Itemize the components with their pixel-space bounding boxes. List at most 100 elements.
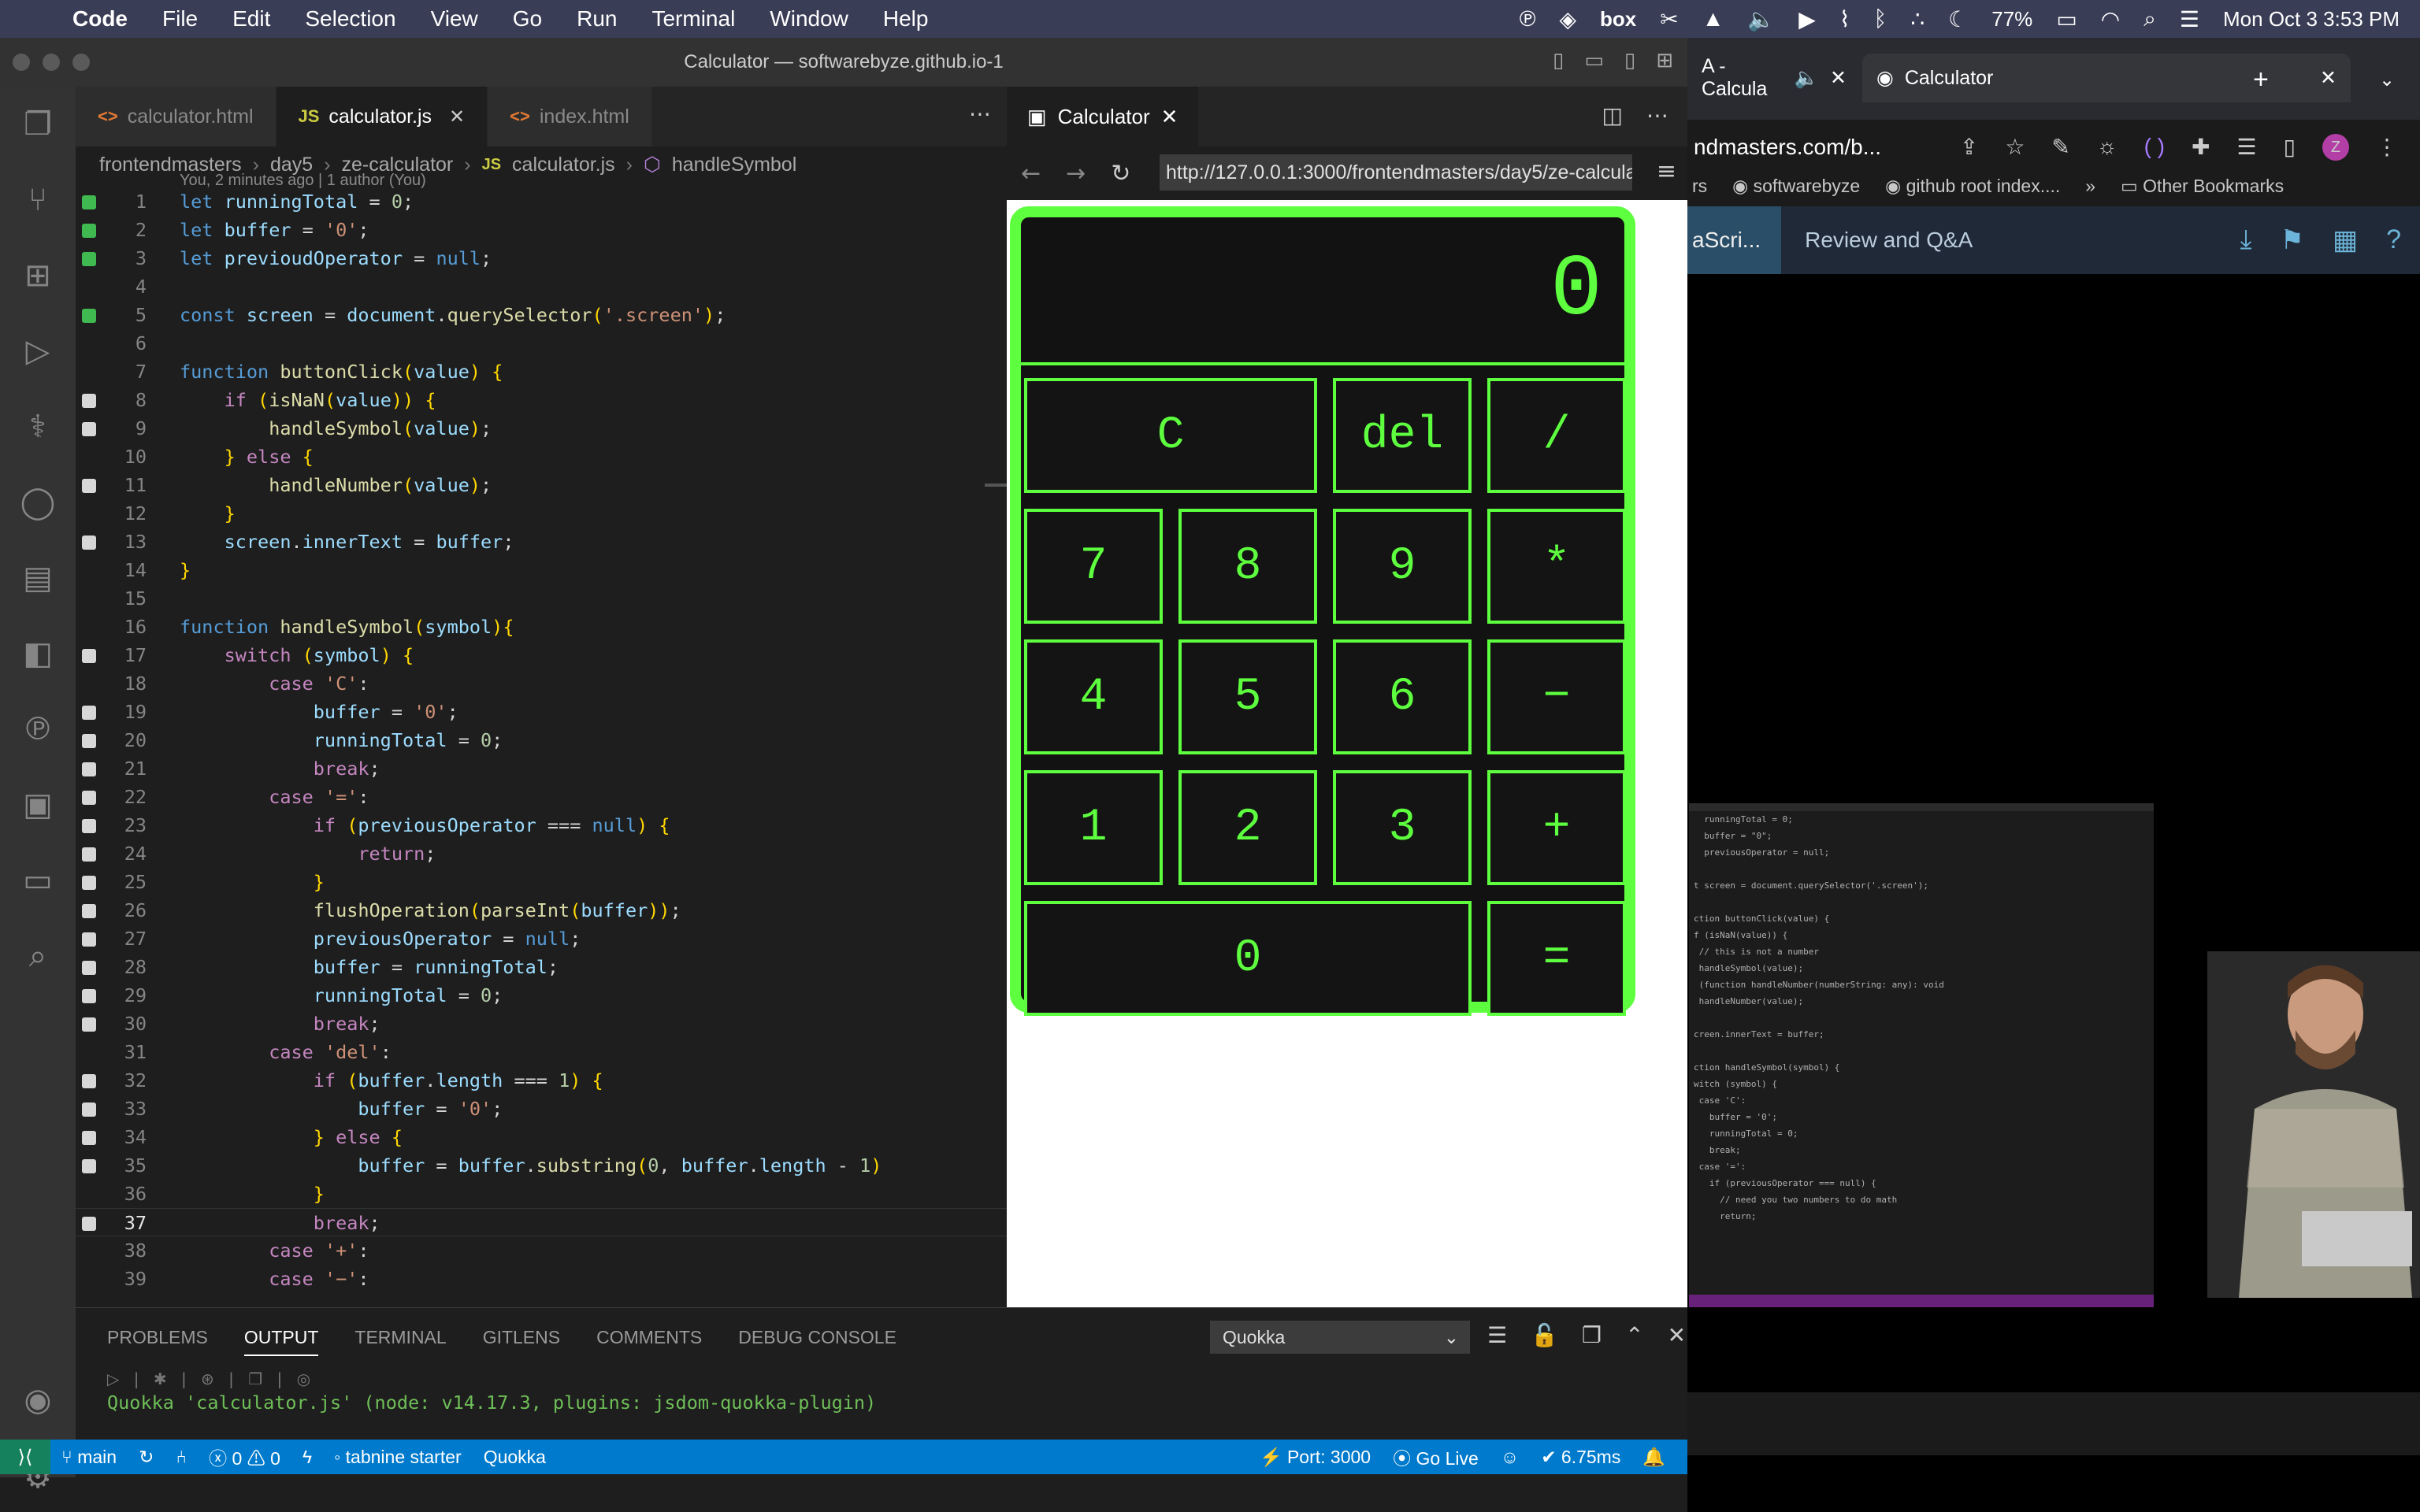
github-icon[interactable]: ◯ [0,465,76,540]
menu-edit[interactable]: Edit [215,6,288,32]
status-app-icon[interactable]: ℗ [1520,6,1536,32]
git-gutter-marker[interactable] [82,1159,96,1173]
run-debug-icon[interactable]: ▷ [0,313,76,389]
git-gutter-marker[interactable] [82,536,96,550]
git-gutter-marker[interactable] [82,252,96,266]
breadcrumb-item[interactable]: calculator.js [512,154,615,176]
calc-button-multiply[interactable]: * [1487,509,1626,624]
code-line[interactable]: 32 if (buffer.length === 1) { [76,1066,1007,1095]
back-arrow-icon[interactable]: ← [1021,160,1041,187]
bookmark-item[interactable]: rs [1687,176,1707,197]
forward-arrow-icon[interactable]: → [1066,160,1086,187]
more-actions-icon[interactable]: ⋯ [969,101,991,127]
reading-list-icon[interactable]: ☰ [2236,134,2256,161]
code-line[interactable]: 27 previousOperator = null; [76,925,1007,953]
activity-icon[interactable]: ∴ [1910,6,1924,32]
close-panel-icon[interactable]: ✕ [1668,1322,1686,1348]
code-line[interactable]: 9 handleSymbol(value); [76,414,1007,443]
code-line[interactable]: 30 break; [76,1010,1007,1038]
code-line[interactable]: 18 case 'C': [76,669,1007,698]
tab-terminal[interactable]: TERMINAL [354,1327,446,1356]
customize-layout-icon[interactable]: ⊞ [1656,49,1673,72]
code-line[interactable]: 8 if (isNaN(value)) { [76,386,1007,414]
open-log-icon[interactable]: ❐ [1582,1322,1602,1348]
code-line[interactable]: 16 function handleSymbol(symbol){ [76,613,1007,641]
folder-icon[interactable]: ▤ [0,540,76,616]
split-editor-icon[interactable]: ◫ [1602,102,1623,128]
git-graph-icon[interactable]: ⑃ [165,1447,198,1468]
tab-output[interactable]: OUTPUT [243,1327,319,1356]
calc-button-plus[interactable]: + [1487,770,1626,885]
star-icon[interactable]: ☆ [2005,134,2025,161]
git-gutter-marker[interactable] [82,989,96,1003]
tab-debug-console[interactable]: DEBUG CONSOLE [738,1327,896,1356]
calc-button-7[interactable]: 7 [1024,509,1163,624]
box-icon[interactable]: box [1600,7,1636,32]
code-line[interactable]: 12 } [76,499,1007,528]
code-line[interactable]: 14} [76,556,1007,584]
bulb-icon[interactable]: ☼ [2097,134,2118,161]
remote-explorer-icon[interactable]: ▭ [0,843,76,918]
clear-output-icon[interactable]: ☰ [1487,1322,1507,1348]
calc-button-0[interactable]: 0 [1024,901,1472,1016]
tab-calculator-html[interactable]: <> calculator.html [76,87,277,146]
calc-button-9[interactable]: 9 [1333,509,1472,624]
git-gutter-marker[interactable] [82,762,96,776]
code-line[interactable]: 35 buffer = buffer.substring(0, buffer.l… [76,1151,1007,1180]
share-icon[interactable]: ⇪ [1960,134,1978,161]
git-gutter-marker[interactable] [82,904,96,918]
menu-file[interactable]: File [145,6,215,32]
menu-view[interactable]: View [414,6,496,32]
layout-icon[interactable]: ▦ [2333,224,2358,256]
calc-button-4[interactable]: 4 [1024,639,1163,754]
calc-button-delete[interactable]: del [1333,378,1472,493]
wifi-icon[interactable]: ◠ [2101,6,2120,32]
reload-icon[interactable]: ↻ [1111,160,1130,187]
extension-bracket-icon[interactable]: ( ) [2144,134,2165,161]
calc-button-3[interactable]: 3 [1333,770,1472,885]
menu-selection[interactable]: Selection [288,6,413,32]
code-line[interactable]: 6 [76,329,1007,358]
more-vert-icon[interactable]: ⋮ [2376,134,2398,161]
python-icon[interactable]: ⚕ [0,389,76,465]
extensions-icon[interactable]: ⊞ [0,238,76,313]
course-video[interactable]: runningTotal = 0; buffer = "0"; previous… [1687,274,2420,1392]
git-gutter-marker[interactable] [82,1074,96,1088]
git-gutter-marker[interactable] [82,394,96,408]
extension-pen-icon[interactable]: ✎ [2051,134,2069,161]
code-line[interactable]: 24 return; [76,839,1007,868]
code-line[interactable]: 3 let previoudOperator = null; [76,244,1007,272]
tab-gitlens[interactable]: GITLENS [483,1327,560,1356]
code-line[interactable]: 23 if (previousOperator === null) { [76,811,1007,839]
bookmark-other[interactable]: ▭ Other Bookmarks [2121,176,2284,197]
code-line[interactable]: 1 let runningTotal = 0; [76,187,1007,216]
chrome-omnibox[interactable]: ndmasters.com/b... ⇪ ☆ ✎ ☼ ( ) ✚ ☰ ▯ Z ⋮ [1687,124,2420,170]
maximize-panel-icon[interactable]: ⌃ [1625,1322,1643,1348]
tab-problems[interactable]: PROBLEMS [107,1327,208,1356]
explorer-icon[interactable]: ❐ [0,87,76,162]
source-control-icon[interactable]: ⑂ [0,162,76,238]
code-line[interactable]: 26 flushOperation(parseInt(buffer)); [76,896,1007,925]
new-tab-icon[interactable]: + [2239,55,2283,104]
toggle-secondary-sidebar-icon[interactable]: ▯ [1624,49,1635,72]
remote-icon[interactable]: ⟩⟨ [0,1440,50,1474]
git-gutter-marker[interactable] [82,195,96,209]
bookmark-github-root[interactable]: ◉ github root index.... [1885,176,2060,197]
tabnine-item[interactable]: ◦ tabnine starter [323,1447,473,1468]
tab-index-html[interactable]: <> index.html [488,87,652,146]
calc-button-6[interactable]: 6 [1333,639,1472,754]
git-gutter-marker[interactable] [82,422,96,436]
calc-button-divide[interactable]: / [1487,378,1626,493]
volume-icon[interactable]: 🔈 [1747,6,1775,32]
branch-item[interactable]: ⑂ main [50,1447,128,1468]
close-icon[interactable]: ✕ [2320,66,2336,90]
code-line[interactable]: 37 break; [76,1208,1007,1236]
sync-icon[interactable]: ↻ [128,1447,165,1468]
git-gutter-marker[interactable] [82,649,96,663]
close-icon[interactable]: ✕ [449,106,465,128]
drive-icon[interactable]: ▲ [1702,6,1724,32]
git-gutter-marker[interactable] [82,1102,96,1117]
menu-window[interactable]: Window [752,6,866,32]
tab-calculator-js[interactable]: JS calculator.js ✕ [276,87,488,146]
code-line[interactable]: 34 } else { [76,1123,1007,1151]
